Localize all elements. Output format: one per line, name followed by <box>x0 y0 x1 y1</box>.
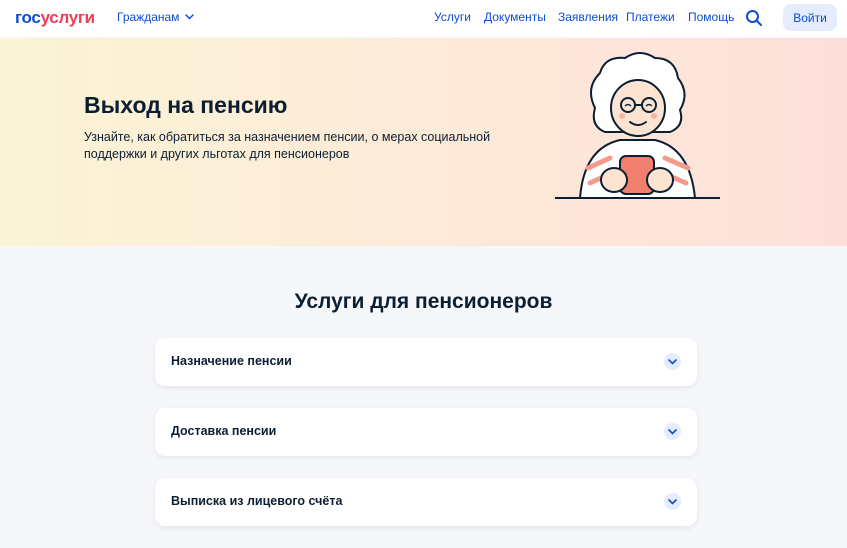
services-section-title: Услуги для пенсионеров <box>294 290 553 313</box>
chevron-down-icon <box>664 423 681 440</box>
page-title: Выход на пенсию <box>84 92 288 118</box>
grandmother-illustration <box>555 52 720 199</box>
nav-help[interactable]: Помощь <box>688 10 734 24</box>
chevron-down-icon <box>664 353 681 370</box>
nav-documents[interactable]: Документы <box>484 10 546 24</box>
accordion-label: Выписка из лицевого счёта <box>171 494 343 508</box>
audience-selector[interactable]: Гражданам <box>117 10 195 24</box>
accordion-label: Назначение пенсии <box>171 354 292 368</box>
nav-services[interactable]: Услуги <box>434 10 471 24</box>
login-button[interactable]: Войти <box>783 4 837 31</box>
top-header: госуслуги Гражданам Услуги Документы Зая… <box>0 0 847 37</box>
accordion-pension-delivery[interactable]: Доставка пенсии <box>155 408 697 456</box>
search-icon[interactable] <box>745 9 763 27</box>
accordion-label: Доставка пенсии <box>171 424 277 438</box>
nav-payments[interactable]: Платежи <box>626 10 675 24</box>
logo-part-gos: гос <box>15 8 41 27</box>
chevron-down-icon <box>185 14 195 20</box>
nav-applications[interactable]: Заявления <box>558 10 618 24</box>
chevron-down-icon <box>664 493 681 510</box>
audience-label: Гражданам <box>117 10 180 24</box>
accordion-pension-assignment[interactable]: Назначение пенсии <box>155 338 697 386</box>
gosuslugi-logo[interactable]: госуслуги <box>15 8 95 28</box>
page-description: Узнайте, как обратиться за назначением п… <box>84 130 491 161</box>
logo-part-uslugi: услуги <box>40 8 96 27</box>
accordion-account-statement[interactable]: Выписка из лицевого счёта <box>155 478 697 526</box>
